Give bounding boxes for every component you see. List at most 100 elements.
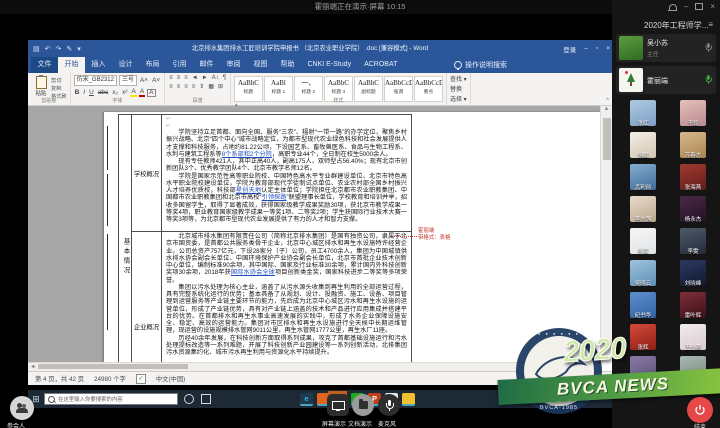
paragraph-button[interactable]: ≡ [176, 75, 182, 81]
participant-tile[interactable]: 吴小苏 主任 [616, 34, 716, 62]
ribbon-tab[interactable]: 布局 [139, 57, 166, 73]
paragraph-button[interactable]: ≡ [191, 84, 197, 90]
paragraph-button[interactable]: ≡ [183, 84, 189, 90]
ribbon-tab[interactable]: ACROBAT [358, 57, 404, 73]
ribbon-tab[interactable]: 设计 [112, 57, 139, 73]
participant-tile[interactable]: 张红 [618, 100, 668, 132]
word-count[interactable]: 24980 个字 [94, 374, 126, 383]
participant-tile[interactable]: 程周 [618, 228, 668, 260]
paragraph-button[interactable]: ≡ [168, 75, 174, 81]
font-name-select[interactable]: 仿宋_GB2312 [73, 75, 117, 86]
language-indicator[interactable]: 中文(中国) [156, 374, 185, 383]
screen-share-button[interactable] [327, 394, 349, 416]
save-icon[interactable]: ▤ [33, 45, 40, 53]
font-format-button[interactable]: A [130, 88, 137, 97]
ribbon-tab[interactable]: 插入 [85, 57, 112, 73]
section-text[interactable]: 北京城市排水集团有限责任公司（简称北京排水集团）是国有独资公司，隶属于北京市国资… [162, 232, 411, 362]
cortana-icon[interactable] [183, 393, 195, 405]
ribbon-tab[interactable]: 审阅 [220, 57, 247, 73]
paragraph-button[interactable]: ≡ [176, 84, 182, 90]
participant-tile[interactable]: 李雯 [668, 228, 718, 260]
ribbon-tab[interactable]: 开始 [58, 57, 85, 73]
paragraph-button[interactable]: ≡ [183, 75, 189, 81]
ribbon-tab[interactable]: 帮助 [274, 57, 301, 73]
participant-tile[interactable]: 吴晓云 [618, 260, 668, 292]
paragraph-button[interactable]: ≡ [168, 84, 174, 90]
participants-button[interactable] [10, 396, 34, 420]
proofing-icon[interactable]: ✓ [135, 373, 146, 384]
paragraph-button[interactable]: ⇕ [198, 83, 205, 90]
collapse-ribbon-icon[interactable]: ^ [606, 98, 609, 104]
close-panel-icon[interactable]: × [710, 2, 715, 11]
doc-share-button[interactable] [352, 394, 374, 416]
participant-tile[interactable]: 王小燕 [668, 324, 718, 356]
font-format-button[interactable]: B [74, 89, 81, 96]
maximize-button[interactable]: ▫ [596, 45, 598, 52]
tell-me-search[interactable]: 操作说明搜索 [454, 57, 507, 73]
section-text[interactable]: ↵ ↵ 学院坚持立足首都、面向全国、服务“三农”、辐射“一带一路”的办学定位，聚… [162, 115, 411, 231]
menu-icon[interactable]: ≡ [708, 20, 713, 29]
pen-icon[interactable]: ✎ [66, 45, 72, 53]
font-format-button[interactable]: abc [97, 89, 109, 96]
qat-dropdown-icon[interactable]: ▾ [77, 45, 81, 53]
undo-icon[interactable]: ↶ [45, 45, 51, 53]
task-view-icon[interactable] [200, 393, 212, 405]
participant-tile[interactable]: 苏春志 [668, 132, 718, 164]
close-button[interactable]: × [606, 45, 610, 52]
font-format-button[interactable]: x₂ [111, 89, 119, 96]
participant-tile[interactable]: 徐娟 [618, 132, 668, 164]
minimize-panel-icon[interactable]: – [684, 2, 688, 11]
editing-button[interactable]: 选择 ▾ [450, 94, 467, 103]
scrollbar-thumb[interactable] [38, 364, 188, 369]
editing-button[interactable]: 替换 [450, 84, 467, 93]
bell-icon[interactable] [667, 3, 677, 11]
scrollbar-thumb[interactable] [603, 118, 611, 160]
taskbar-search[interactable]: 在这里输入你要搜索的内容 [44, 393, 178, 405]
word-titlebar[interactable]: ▤ ↶ ↷ ✎ ▾ 北京排水集团排水工匠培训学院申报书 （北京农业职业学院） .… [28, 40, 612, 57]
vertical-scrollbar[interactable]: ▲ [600, 106, 612, 362]
clipboard-mini-button[interactable]: 剪切 [51, 77, 67, 84]
participant-tile-presenter[interactable]: 霍丽端 [616, 66, 716, 94]
participant-tile[interactable]: 孟利前 [618, 164, 668, 196]
font-format-button[interactable]: x² [121, 89, 128, 96]
font-format-button[interactable]: U [88, 89, 95, 96]
ribbon-tab[interactable]: 邮件 [193, 57, 220, 73]
mic-active-icon[interactable] [705, 75, 712, 84]
participant-tile[interactable]: 于玲 [668, 100, 718, 132]
paragraph-button[interactable]: ► [201, 75, 209, 81]
end-meeting-button[interactable] [687, 397, 713, 423]
ribbon-tab[interactable]: CNKI E-Study [301, 57, 358, 73]
paragraph-button[interactable]: ¶ [222, 75, 227, 81]
font-format-button[interactable]: I [82, 89, 86, 96]
ribbon-tab[interactable]: 视图 [247, 57, 274, 73]
participant-tile[interactable]: 雷叶辉 [668, 292, 718, 324]
editing-button[interactable]: 查找 ▾ [450, 74, 467, 83]
page-indicator[interactable]: 第 4 页，共 42 页 [35, 374, 84, 383]
participant-tile[interactable]: 李志强 [618, 196, 668, 228]
taskbar-app-icon[interactable]: e [300, 392, 313, 406]
participant-tile[interactable]: 刘晓峰 [668, 260, 718, 292]
paragraph-button[interactable]: A↕ [211, 75, 220, 81]
participant-tile[interactable]: 杨永杰 [668, 196, 718, 228]
clipboard-mini-button[interactable]: 复制 [51, 85, 67, 92]
mic-muted-icon[interactable] [705, 43, 712, 52]
minimize-button[interactable]: – [584, 45, 588, 52]
taskbar-app-icon[interactable] [402, 392, 415, 406]
document-canvas[interactable]: 基本情况 学校概况 ↵ ↵ 学院坚持立足首都、面向全国、服务“三农”、辐射“一带… [28, 106, 600, 362]
revision-balloon[interactable]: 霍丽端 带格式：表格 [418, 228, 450, 241]
signin-button[interactable]: 登录 [563, 44, 576, 54]
redo-icon[interactable]: ↷ [56, 45, 62, 53]
grow-font-button[interactable]: A˄ [139, 77, 149, 84]
paragraph-button[interactable]: ◄ [191, 75, 199, 81]
ribbon-tab[interactable]: 引用 [166, 57, 193, 73]
participant-tile[interactable]: 张海燕 [668, 164, 718, 196]
paragraph-button[interactable]: ▦ [207, 83, 215, 90]
font-size-select[interactable]: 三号 [118, 75, 137, 86]
font-format-button[interactable]: A [138, 88, 146, 97]
document-page[interactable]: 基本情况 学校概况 ↵ ↵ 学院坚持立足首都、面向全国、服务“三农”、辐射“一带… [104, 112, 600, 362]
paste-button[interactable]: 粘贴 [31, 75, 51, 98]
shrink-font-button[interactable]: A˅ [151, 77, 161, 84]
microphone-button[interactable] [378, 394, 400, 416]
popout-icon[interactable] [695, 3, 704, 10]
paragraph-button[interactable]: ⊞ [217, 83, 224, 90]
